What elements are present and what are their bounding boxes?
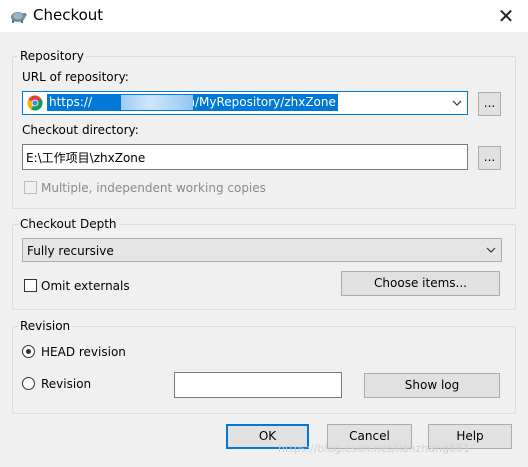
window-title: Checkout [33, 6, 104, 24]
head-revision-radio[interactable] [22, 345, 35, 358]
multiple-working-copies-checkbox[interactable] [24, 181, 37, 194]
url-combobox[interactable]: https:// svn/MyRepository/zhxZone [22, 91, 468, 115]
checkout-depth-group [12, 224, 516, 310]
revision-group [12, 326, 516, 414]
depth-selected-value: Fully recursive [27, 244, 114, 258]
redacted-host [121, 95, 193, 110]
checkout-directory-label: Checkout directory: [22, 123, 139, 137]
close-button[interactable]: ✕ [488, 2, 524, 30]
chevron-down-icon[interactable] [451, 97, 463, 109]
revision-label: Revision [41, 377, 92, 391]
show-log-button[interactable]: Show log [364, 373, 500, 398]
tortoisesvn-turtle-icon [11, 12, 27, 23]
checkout-directory-field[interactable]: E:\工作项目\zhxZone [22, 144, 468, 170]
url-text-end: svn/MyRepository/zhxZone [174, 95, 336, 109]
checkout-directory-value: E:\工作项目\zhxZone [26, 151, 146, 165]
depth-select[interactable]: Fully recursive [22, 238, 502, 262]
chevron-down-icon [486, 247, 496, 253]
radio-selected-dot [26, 349, 31, 354]
multiple-working-copies-label: Multiple, independent working copies [41, 181, 266, 195]
revision-radio[interactable] [22, 377, 35, 390]
repository-group-label: Repository [18, 49, 86, 63]
watermark-text: https://blog.csdn.net/lianzhang861 [278, 442, 470, 455]
omit-externals-label: Omit externals [41, 279, 130, 293]
checkout-depth-group-label: Checkout Depth [18, 217, 119, 231]
directory-browse-button[interactable]: ... [478, 146, 501, 170]
url-browse-button[interactable]: ... [478, 92, 501, 116]
omit-externals-checkbox[interactable] [24, 279, 37, 292]
url-text-start: https:// [49, 95, 93, 109]
choose-items-button[interactable]: Choose items... [341, 271, 500, 296]
revision-group-label: Revision [18, 319, 73, 333]
head-revision-label: HEAD revision [41, 345, 126, 359]
revision-input[interactable] [174, 372, 342, 398]
url-label: URL of repository: [22, 70, 129, 84]
chrome-icon [27, 95, 43, 111]
